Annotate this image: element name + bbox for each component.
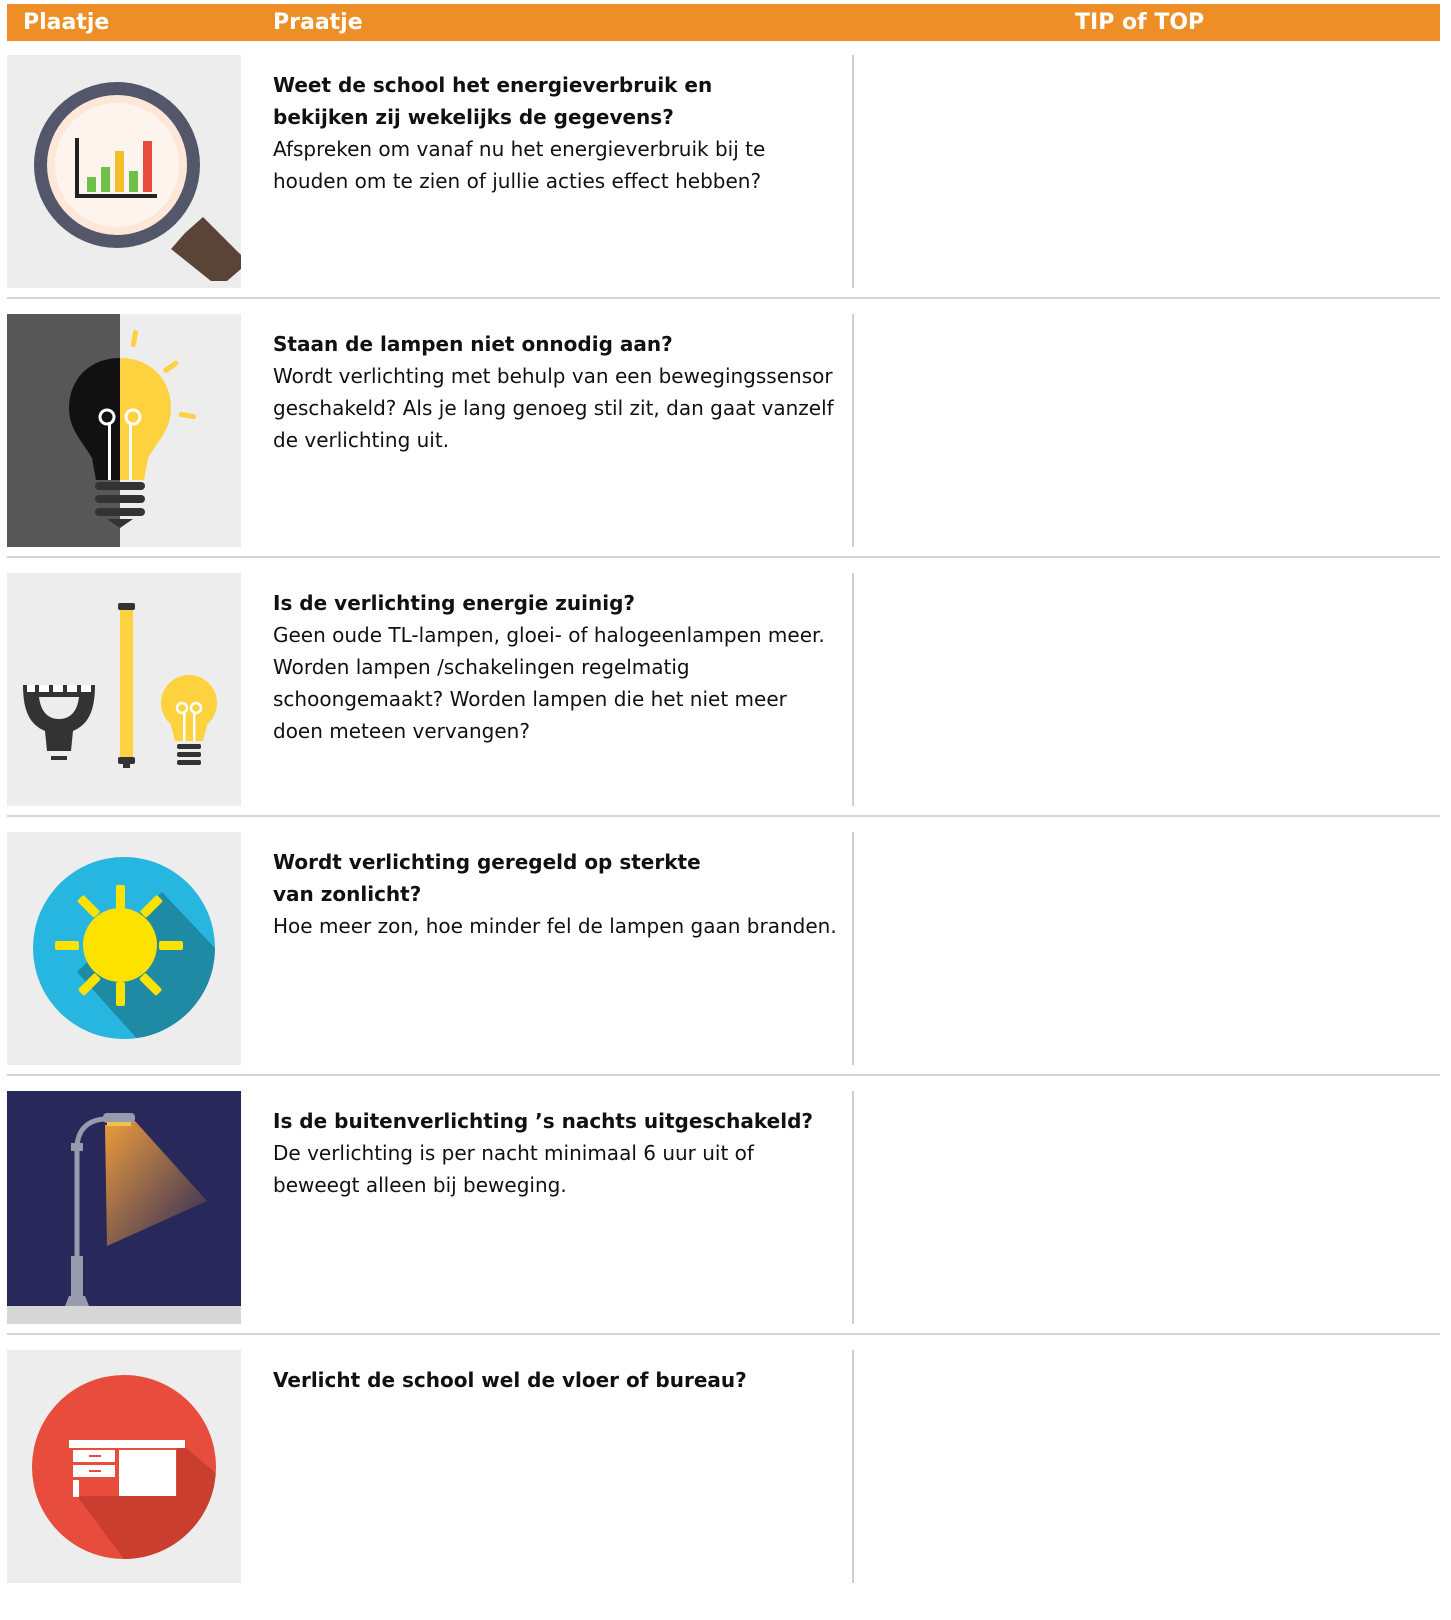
table-row: Staan de lampen niet onnodig aan? Wordt … [7, 314, 1440, 547]
row-text: Is de verlichting energie zuinig? Geen o… [273, 587, 853, 747]
row-text: Is de buitenverlichting ’s nachts uitges… [273, 1105, 853, 1201]
tip-cell [855, 55, 1440, 288]
desk-icon [7, 1350, 241, 1583]
lamp-types-icon [7, 573, 241, 806]
column-divider [852, 832, 854, 1065]
column-divider [852, 1091, 854, 1324]
table-row: Wordt verlichting geregeld op sterkte va… [7, 832, 1440, 1065]
column-divider [852, 573, 854, 806]
header-tip-of-top: TIP of TOP [1075, 10, 1205, 35]
magnifier-chart-icon [7, 55, 241, 288]
row-divider [7, 297, 1440, 299]
row-text: Verlicht de school wel de vloer of burea… [273, 1364, 853, 1396]
question: Is de buitenverlichting ’s nachts uitges… [273, 1109, 813, 1133]
description: Geen oude TL-lampen, gloei- of halogeenl… [273, 623, 825, 743]
row-divider [7, 1074, 1440, 1076]
row-text: Weet de school het energieverbruik en be… [273, 69, 853, 197]
question: Weet de school het energieverbruik en be… [273, 73, 713, 129]
question: Is de verlichting energie zuinig? [273, 591, 636, 615]
question: Staan de lampen niet onnodig aan? [273, 332, 673, 356]
row-text: Staan de lampen niet onnodig aan? Wordt … [273, 328, 853, 456]
row-divider [7, 556, 1440, 558]
table-row: Weet de school het energieverbruik en be… [7, 55, 1440, 288]
header-plaatje: Plaatje [23, 10, 110, 35]
tip-cell [855, 573, 1440, 806]
column-divider [852, 55, 854, 288]
column-divider [852, 1350, 854, 1583]
description: Hoe meer zon, hoe minder fel de lampen g… [273, 914, 837, 938]
table-row: Is de buitenverlichting ’s nachts uitges… [7, 1091, 1440, 1324]
street-lamp-icon [7, 1091, 241, 1324]
table-header: Plaatje Praatje TIP of TOP [7, 4, 1440, 41]
tip-cell [855, 832, 1440, 1065]
header-praatje: Praatje [273, 10, 363, 35]
row-divider [7, 1333, 1440, 1335]
question: Wordt verlichting geregeld op sterkte va… [273, 850, 701, 906]
description: Afspreken om vanaf nu het energieverbrui… [273, 137, 766, 193]
description: De verlichting is per nacht minimaal 6 u… [273, 1141, 754, 1197]
table-row: Verlicht de school wel de vloer of burea… [7, 1350, 1440, 1583]
description: Wordt verlichting met behulp van een bew… [273, 364, 834, 452]
row-divider [7, 815, 1440, 817]
row-text: Wordt verlichting geregeld op sterkte va… [273, 846, 853, 942]
column-divider [852, 314, 854, 547]
tip-cell [855, 314, 1440, 547]
tip-cell [855, 1091, 1440, 1324]
question: Verlicht de school wel de vloer of burea… [273, 1368, 747, 1392]
light-bulb-icon [7, 314, 241, 547]
tip-cell [855, 1350, 1440, 1583]
sun-icon [7, 832, 241, 1065]
table-row: Is de verlichting energie zuinig? Geen o… [7, 573, 1440, 806]
